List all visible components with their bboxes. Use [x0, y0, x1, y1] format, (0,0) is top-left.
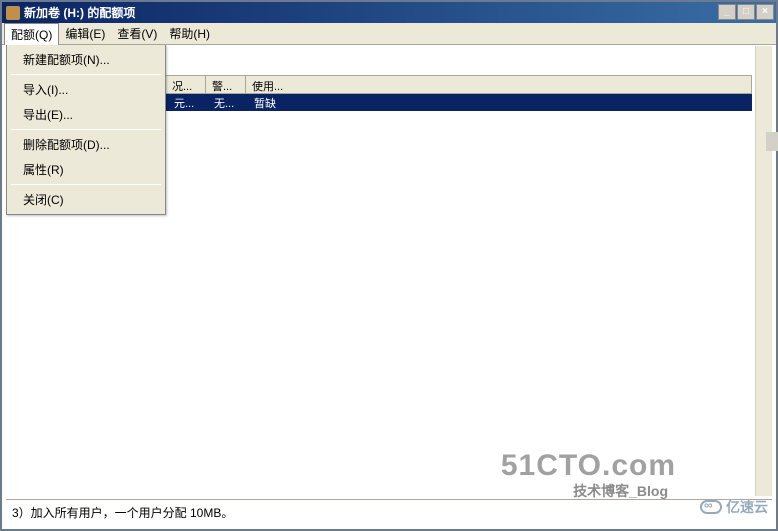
- watermark-yisu-text: 亿速云: [726, 497, 768, 517]
- menu-view[interactable]: 查看(V): [111, 23, 163, 44]
- menuitem-new-quota[interactable]: 新建配额项(N)...: [7, 47, 165, 72]
- side-panel-truncated: [766, 132, 778, 151]
- list-header: 况... 警... 使用...: [166, 75, 752, 94]
- table-row[interactable]: 元... 无... 暂缺: [166, 94, 752, 111]
- menubar: 配额(Q) 编辑(E) 查看(V) 帮助(H): [2, 23, 776, 45]
- cell-warning: 无...: [206, 95, 246, 111]
- menu-quota[interactable]: 配额(Q): [4, 23, 59, 45]
- col-warning[interactable]: 警...: [206, 76, 246, 93]
- menu-help[interactable]: 帮助(H): [163, 23, 216, 44]
- vertical-scrollbar[interactable]: [755, 46, 772, 496]
- maximize-button[interactable]: □: [737, 4, 755, 20]
- window-titlebar: 新加卷 (H:) 的配额项 _ □ ×: [2, 2, 776, 23]
- watermark-51cto: 51CTO.com: [501, 449, 676, 483]
- menuitem-properties[interactable]: 属性(R): [7, 157, 165, 182]
- cell-status: 元...: [166, 95, 206, 111]
- menuitem-export[interactable]: 导出(E)...: [7, 102, 165, 127]
- cloud-icon: [700, 500, 722, 514]
- menuitem-delete-quota[interactable]: 删除配额项(D)...: [7, 132, 165, 157]
- quota-dropdown-menu: 新建配额项(N)... 导入(I)... 导出(E)... 删除配额项(D)..…: [6, 45, 166, 215]
- close-button[interactable]: ×: [756, 4, 774, 20]
- menu-separator: [11, 129, 161, 130]
- menu-separator: [11, 184, 161, 185]
- minimize-button[interactable]: _: [718, 4, 736, 20]
- cell-usage: 暂缺: [246, 95, 284, 111]
- caption-text: 3）加入所有用户，一个用户分配 10MB。: [12, 504, 233, 521]
- app-icon: [6, 6, 20, 20]
- menuitem-close[interactable]: 关闭(C): [7, 187, 165, 212]
- watermark-51cto-sub: 技术博客_Blog: [573, 481, 668, 501]
- menu-edit[interactable]: 编辑(E): [59, 23, 111, 44]
- separator-line: [6, 499, 772, 500]
- watermark-yisu: 亿速云: [700, 497, 768, 517]
- menuitem-import[interactable]: 导入(I)...: [7, 77, 165, 102]
- side-chip: [766, 132, 778, 150]
- menu-separator: [11, 74, 161, 75]
- col-usage[interactable]: 使用...: [246, 76, 752, 93]
- col-status[interactable]: 况...: [166, 76, 206, 93]
- window-title: 新加卷 (H:) 的配额项: [24, 4, 135, 21]
